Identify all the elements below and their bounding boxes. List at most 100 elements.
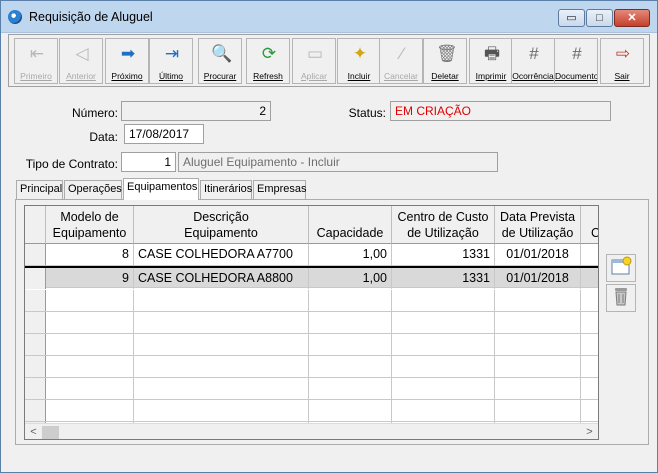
toolbar-button-ultimo[interactable]: ⇥ Último [149,38,193,84]
tab-equipamentos[interactable]: Equipamentos [123,178,199,200]
equipment-grid[interactable]: Modelo de Equipamento Descrição Equipamento… [24,205,599,440]
table-cell[interactable] [46,400,134,421]
table-cell[interactable] [581,400,598,421]
empty-row[interactable] [25,334,598,356]
toolbar-button-imprimir[interactable]: 🖶 Imprimir [469,38,513,84]
app-icon [8,10,22,24]
table-cell[interactable] [46,312,134,333]
table-cell[interactable] [581,312,598,333]
grid-header: Modelo de Equipamento Descrição Equipamento… [25,206,598,244]
table-cell[interactable] [392,378,495,399]
table-cell[interactable]: CASE COLHEDORA A8800 [134,268,309,289]
empty-row[interactable] [25,400,598,422]
table-cell[interactable] [392,400,495,421]
table-cell[interactable]: 1331 [392,244,495,265]
table-cell[interactable]: 1,00 [309,268,392,289]
table-cell[interactable] [581,268,598,289]
table-cell[interactable]: 1331 [392,268,495,289]
toolbar-button-aplicar[interactable]: ▭ Aplicar [292,38,336,84]
empty-row[interactable] [25,312,598,334]
tab-operacoes[interactable]: Operações [64,180,122,199]
table-cell[interactable] [495,400,581,421]
empty-row[interactable] [25,378,598,400]
table-cell[interactable] [495,356,581,377]
table-cell[interactable] [46,378,134,399]
title-bar[interactable]: Requisição de Aluguel ▭ □ ✕ [1,1,657,33]
table-cell[interactable] [309,400,392,421]
table-cell[interactable]: 8 [46,244,134,265]
table-cell[interactable] [309,312,392,333]
close-button[interactable]: ✕ [614,9,650,27]
column-header-line2: Capacidade [316,226,384,240]
column-header[interactable]: Capacidade [309,206,392,244]
table-cell[interactable] [134,334,309,355]
toolbar-button-refresh[interactable]: ⟳ Refresh [246,38,290,84]
table-cell[interactable] [495,334,581,355]
toolbar-button-documento[interactable]: # Documento [554,38,598,84]
table-cell[interactable] [495,290,581,311]
table-cell[interactable] [134,290,309,311]
table-cell[interactable] [581,334,598,355]
maximize-button[interactable]: □ [586,9,613,27]
table-cell[interactable] [46,290,134,311]
column-header[interactable]: Data Prevista de Utilização [495,206,581,244]
tab-empresas[interactable]: Empresas [253,180,307,199]
column-header[interactable]: Modelo de Equipamento [46,206,134,244]
table-cell[interactable] [134,356,309,377]
table-cell[interactable]: 9 [46,268,134,289]
table-cell[interactable] [309,378,392,399]
table-cell[interactable] [392,290,495,311]
scroll-left-icon[interactable]: < [25,424,42,439]
toolbar-button-deletar[interactable]: 🗑 Deletar [423,38,467,84]
table-cell[interactable] [392,356,495,377]
tab-itinerarios[interactable]: Itinerários [200,180,252,199]
column-header[interactable]: C [581,206,598,244]
table-cell[interactable] [309,356,392,377]
table-cell[interactable] [134,378,309,399]
table-cell[interactable] [46,356,134,377]
table-cell[interactable]: CASE COLHEDORA A7700 [134,244,309,265]
table-cell[interactable] [134,312,309,333]
toolbar-button-proximo[interactable]: ➡ Próximo [105,38,149,84]
table-cell[interactable] [309,334,392,355]
table-row[interactable]: 8 CASE COLHEDORA A7700 1,00 1331 01/01/2018 [25,244,598,266]
table-cell[interactable] [134,400,309,421]
toolbar-button-cancelar[interactable]: ⁄ Cancelar [379,38,423,84]
table-cell[interactable] [392,334,495,355]
toolbar-button-ocorrencia[interactable]: # Ocorrência [511,38,555,84]
date-field[interactable]: 17/08/2017 [124,124,204,144]
scroll-thumb[interactable] [42,426,59,439]
numero-field[interactable]: 2 [121,101,271,121]
empty-row[interactable] [25,290,598,312]
column-header[interactable]: Descrição Equipamento [134,206,309,244]
table-cell[interactable] [581,378,598,399]
delete-equipment-button[interactable] [606,284,636,312]
table-cell[interactable] [392,312,495,333]
scroll-right-icon[interactable]: > [581,424,598,439]
table-cell[interactable]: 1,00 [309,244,392,265]
add-equipment-button[interactable] [606,254,636,282]
table-cell[interactable] [581,290,598,311]
empty-row[interactable] [25,356,598,378]
toolbar-button-incluir[interactable]: ✦ Incluir [337,38,381,84]
toolbar-button-procurar[interactable]: 🔍 Procurar [198,38,242,84]
table-row[interactable]: 9 CASE COLHEDORA A8800 1,00 1331 01/01/2018 [25,266,598,289]
minimize-button[interactable]: ▭ [558,9,585,27]
table-cell[interactable]: 01/01/2018 [495,268,581,289]
table-cell[interactable] [495,378,581,399]
tipo-contrato-code-field[interactable]: 1 [121,152,176,172]
toolbar-button-anterior[interactable]: ◁ Anterior [59,38,103,84]
table-cell[interactable] [581,244,598,265]
table-cell[interactable]: 01/01/2018 [495,244,581,265]
tab-principal[interactable]: Principal [16,180,63,199]
table-cell[interactable] [581,356,598,377]
table-cell[interactable] [495,312,581,333]
row-indicator [25,334,46,355]
table-cell[interactable] [46,334,134,355]
horizontal-scrollbar[interactable]: < > [25,423,598,439]
toolbar-button-primeiro[interactable]: ⇤ Primeiro [14,38,58,84]
column-header-line1: Centro de Custo [397,210,489,224]
column-header[interactable]: Centro de Custo de Utilização [392,206,495,244]
table-cell[interactable] [309,290,392,311]
toolbar-button-sair[interactable]: ⇨ Sair [600,38,644,84]
